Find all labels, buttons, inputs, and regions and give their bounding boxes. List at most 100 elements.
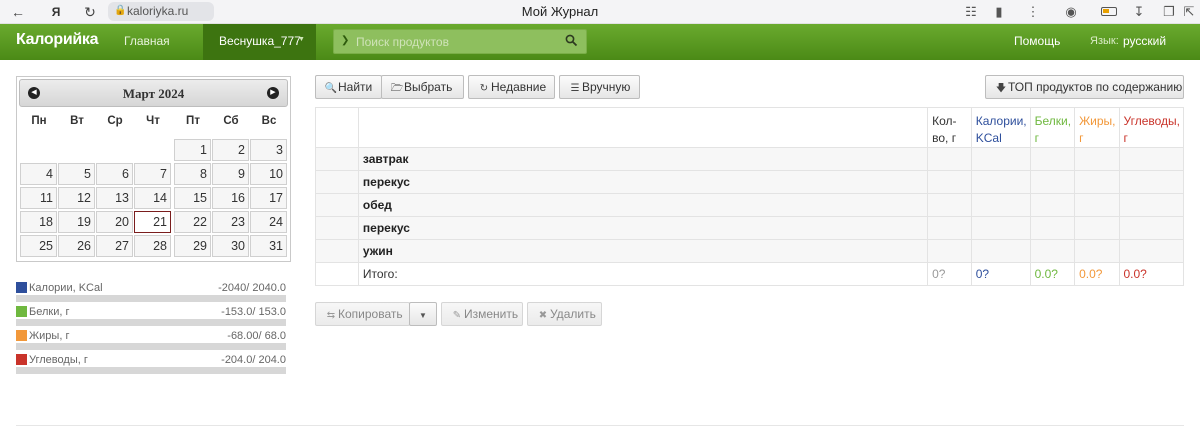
meal-row[interactable]: перекус <box>315 170 1184 194</box>
calendar-day[interactable]: 1 <box>174 139 211 161</box>
meal-row[interactable]: ужин <box>315 239 1184 263</box>
calendar-day[interactable]: 14 <box>134 187 171 209</box>
close-icon: ✖ <box>538 310 548 321</box>
calendar-day[interactable]: 2 <box>212 139 249 161</box>
calendar-day[interactable]: 15 <box>174 187 211 209</box>
calendar-day[interactable]: 18 <box>20 211 57 233</box>
calendar-day[interactable]: 26 <box>58 235 95 257</box>
calendar-day[interactable]: 21 <box>134 211 171 233</box>
total-label: Итого: <box>357 262 929 286</box>
folder-icon: 🗁 <box>390 83 404 94</box>
nutrient-progress-bar <box>16 367 286 374</box>
meal-name: ужин <box>357 239 929 263</box>
edit-button[interactable]: ✎ Изменить <box>441 302 523 326</box>
share-icon[interactable]: ⇱ <box>1180 0 1198 24</box>
calendar-day[interactable]: 27 <box>96 235 133 257</box>
next-month-icon[interactable]: ▶ <box>267 87 279 99</box>
calendar-day[interactable]: 3 <box>250 139 287 161</box>
search-icon[interactable] <box>565 34 578 47</box>
copy-icon: ⇆ <box>326 310 336 321</box>
calendar-day[interactable]: 20 <box>96 211 133 233</box>
brand-logo[interactable]: Калорийка <box>16 31 99 49</box>
choose-button[interactable]: 🗁Выбрать <box>381 75 464 99</box>
meal-cell <box>315 216 359 240</box>
total-qty: 0? <box>927 262 972 286</box>
weekday-label: Вт <box>70 115 84 127</box>
calendar-day[interactable]: 29 <box>174 235 211 257</box>
menu-dots-icon[interactable]: ⋮ <box>1024 0 1042 24</box>
weekday-label: Ср <box>107 115 123 127</box>
calendar-day[interactable]: 30 <box>212 235 249 257</box>
meal-cell <box>1118 239 1184 263</box>
nutrient-row: Белки, г -153.0/ 153.0 <box>16 306 286 326</box>
download-arrow-icon: 🡇 <box>995 83 1007 94</box>
download-icon[interactable]: ↧ <box>1130 0 1148 24</box>
search-input[interactable] <box>356 33 556 50</box>
calendar-day[interactable]: 22 <box>174 211 211 233</box>
nutrient-progress-bar <box>16 319 286 326</box>
calendar-day[interactable]: 31 <box>250 235 287 257</box>
find-button[interactable]: 🔍Найти <box>315 75 382 99</box>
calendar-day[interactable]: 28 <box>134 235 171 257</box>
total-carbs: 0.0? <box>1118 262 1184 286</box>
extension-icon[interactable]: ◉ <box>1062 0 1080 24</box>
nutrient-row: Жиры, г -68.00/ 68.0 <box>16 330 286 350</box>
nutrient-swatch <box>16 330 27 341</box>
calendar-day[interactable]: 19 <box>58 211 95 233</box>
delete-button[interactable]: ✖ Удалить <box>527 302 602 326</box>
total-row: Итого: 0? 0? 0.0? 0.0? 0.0? <box>315 262 1184 286</box>
manual-button[interactable]: ☰ Вручную <box>559 75 640 99</box>
nav-help-link[interactable]: Помощь <box>1014 34 1060 48</box>
meal-row[interactable]: обед <box>315 193 1184 217</box>
language-select[interactable]: русский <box>1123 34 1166 48</box>
meal-cell <box>1074 170 1120 194</box>
battery-icon <box>1101 7 1117 16</box>
calendar-day[interactable]: 5 <box>58 163 95 185</box>
top-products-button[interactable]: 🡇 ТОП продуктов по содержанию <box>985 75 1184 99</box>
weekday-label: Пн <box>31 115 47 127</box>
user-menu[interactable]: Веснушка_777 ▼ <box>203 24 316 60</box>
calendar-header: ◀ Март 2024 ▶ <box>19 79 288 107</box>
meal-cell <box>315 147 359 171</box>
calendar-day[interactable]: 10 <box>250 163 287 185</box>
weekday-label: Чт <box>146 115 160 127</box>
calendar-day[interactable]: 17 <box>250 187 287 209</box>
nutrient-swatch <box>16 282 27 293</box>
refresh-icon: ↻ <box>479 83 489 94</box>
chevron-down-icon[interactable]: ❯ <box>341 35 349 46</box>
nutrient-value: -153.0/ 153.0 <box>221 306 286 318</box>
calendar-day[interactable]: 24 <box>250 211 287 233</box>
product-search: ❯ <box>333 29 587 54</box>
meal-cell <box>315 193 359 217</box>
nutrient-row: Углеводы, г -204.0/ 204.0 <box>16 354 286 374</box>
meal-row[interactable]: завтрак <box>315 147 1184 171</box>
copy-dropdown-button[interactable]: ▼ <box>409 302 437 326</box>
meal-cell <box>1074 147 1120 171</box>
meal-name: завтрак <box>357 147 929 171</box>
meal-cell <box>927 147 972 171</box>
calendar-day[interactable]: 23 <box>212 211 249 233</box>
calendar-day[interactable]: 7 <box>134 163 171 185</box>
nav-home-link[interactable]: Главная <box>124 34 170 48</box>
meal-cell <box>1029 216 1076 240</box>
calendar-day[interactable]: 9 <box>212 163 249 185</box>
bookmark-icon[interactable]: ▮ <box>990 0 1008 24</box>
calendar-day[interactable]: 13 <box>96 187 133 209</box>
meal-cell <box>1074 239 1120 263</box>
calendar-day[interactable]: 6 <box>96 163 133 185</box>
meal-cell <box>315 170 359 194</box>
translate-icon[interactable]: ☷ <box>962 0 980 24</box>
search-icon: 🔍 <box>324 83 338 94</box>
recent-button[interactable]: ↻ Недавние <box>468 75 555 99</box>
calendar-day[interactable]: 8 <box>174 163 211 185</box>
calendar-day[interactable]: 16 <box>212 187 249 209</box>
calendar-day[interactable]: 25 <box>20 235 57 257</box>
collections-icon[interactable]: ❐ <box>1160 0 1178 24</box>
copy-button[interactable]: ⇆ Копировать <box>315 302 410 326</box>
meal-row[interactable]: перекус <box>315 216 1184 240</box>
calendar-day[interactable]: 11 <box>20 187 57 209</box>
calendar-day[interactable]: 12 <box>58 187 95 209</box>
meal-cell <box>1029 147 1076 171</box>
calendar-day[interactable]: 4 <box>20 163 57 185</box>
meal-cell <box>927 239 972 263</box>
